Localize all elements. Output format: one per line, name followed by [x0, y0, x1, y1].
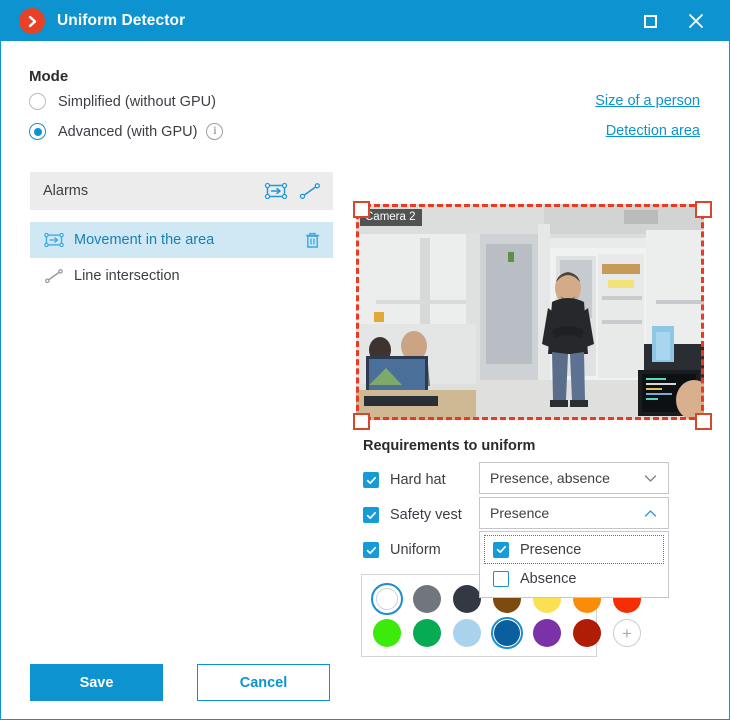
alarms-header: Alarms — [30, 172, 333, 210]
maximize-icon[interactable] — [627, 1, 673, 41]
add-line-icon[interactable] — [293, 176, 327, 206]
checkbox-uniform[interactable]: Uniform — [363, 542, 441, 558]
line-icon — [43, 268, 65, 284]
checkbox-hard-hat-box — [363, 472, 379, 488]
detection-area-link[interactable]: Detection area — [606, 123, 700, 139]
resize-handle-top-left[interactable] — [353, 201, 370, 218]
color-swatch-white[interactable] — [371, 583, 403, 615]
size-of-a-person-link[interactable]: Size of a person — [595, 93, 700, 109]
chevron-down-icon — [644, 474, 657, 483]
dialog-content: Mode Simplified (without GPU) Advanced (… — [1, 41, 729, 719]
add-area-icon[interactable] — [259, 176, 293, 206]
color-swatch-green[interactable] — [411, 617, 443, 649]
info-icon[interactable]: i — [206, 123, 224, 140]
alarms-title: Alarms — [43, 183, 89, 199]
chevron-up-icon — [644, 509, 657, 518]
rectangle-arrow-icon — [43, 232, 65, 248]
add-color-button[interactable]: + — [611, 617, 643, 649]
checkbox-hard-hat[interactable]: Hard hat — [363, 472, 446, 488]
radio-simplified-label: Simplified (without GPU) — [58, 93, 216, 110]
select-hard-hat-value: Presence, absence — [490, 470, 610, 486]
camera-scene — [356, 204, 704, 420]
dropdown-option-absence-label: Absence — [520, 570, 577, 587]
select-hard-hat[interactable]: Presence, absence — [479, 462, 669, 494]
safety-vest-dropdown: Presence Absence — [479, 531, 669, 598]
resize-handle-bottom-left[interactable] — [353, 413, 370, 430]
radio-simplified[interactable]: Simplified (without GPU) — [29, 93, 216, 110]
checkbox-safety-vest-box — [363, 507, 379, 523]
dropdown-option-absence-checkbox — [493, 570, 509, 587]
requirements-heading: Requirements to uniform — [363, 438, 536, 454]
color-swatch-gray[interactable] — [411, 583, 443, 615]
dropdown-option-absence[interactable]: Absence — [484, 564, 664, 593]
color-swatch-purple[interactable] — [531, 617, 563, 649]
trash-icon[interactable] — [304, 231, 321, 250]
checkbox-hard-hat-label: Hard hat — [390, 472, 446, 488]
video-preview[interactable]: Camera 2 — [356, 204, 704, 420]
alarms-toolbar — [259, 176, 333, 206]
add-color-glyph: + — [613, 619, 641, 647]
checkbox-safety-vest[interactable]: Safety vest — [363, 507, 462, 523]
color-palette-row-2: + — [371, 617, 643, 649]
radio-advanced[interactable]: Advanced (with GPU) i — [29, 123, 224, 140]
radio-simplified-indicator — [29, 93, 46, 110]
dropdown-option-presence-checkbox — [493, 541, 509, 558]
alarm-item-movement-in-the-area[interactable]: Movement in the area — [30, 222, 333, 258]
radio-advanced-indicator — [29, 123, 46, 140]
uniform-detector-window: Uniform Detector Mode Simplified (withou… — [0, 0, 730, 720]
window-controls — [627, 1, 729, 41]
chevron-right-logo-icon — [19, 8, 45, 34]
radio-advanced-label: Advanced (with GPU) — [58, 123, 198, 140]
cancel-button[interactable]: Cancel — [197, 664, 330, 701]
alarm-item-line-intersection[interactable]: Line intersection — [30, 258, 333, 294]
color-swatch-blue[interactable] — [491, 617, 523, 649]
checkbox-uniform-box — [363, 542, 379, 558]
select-safety-vest[interactable]: Presence — [479, 497, 669, 529]
dropdown-option-presence[interactable]: Presence — [484, 535, 664, 564]
checkbox-uniform-label: Uniform — [390, 542, 441, 558]
alarm-item-label: Line intersection — [74, 268, 180, 284]
select-safety-vest-value: Presence — [490, 505, 550, 521]
checkbox-safety-vest-label: Safety vest — [390, 507, 462, 523]
window-title: Uniform Detector — [57, 12, 186, 29]
resize-handle-bottom-right[interactable] — [695, 413, 712, 430]
color-swatch-bright-green[interactable] — [371, 617, 403, 649]
mode-heading: Mode — [29, 68, 69, 85]
title-bar: Uniform Detector — [1, 1, 729, 41]
save-button[interactable]: Save — [30, 664, 163, 701]
resize-handle-top-right[interactable] — [695, 201, 712, 218]
dropdown-option-presence-label: Presence — [520, 541, 582, 558]
close-icon[interactable] — [673, 1, 719, 41]
alarm-item-label: Movement in the area — [74, 232, 215, 248]
color-swatch-dark-red[interactable] — [571, 617, 603, 649]
color-swatch-light-blue[interactable] — [451, 617, 483, 649]
